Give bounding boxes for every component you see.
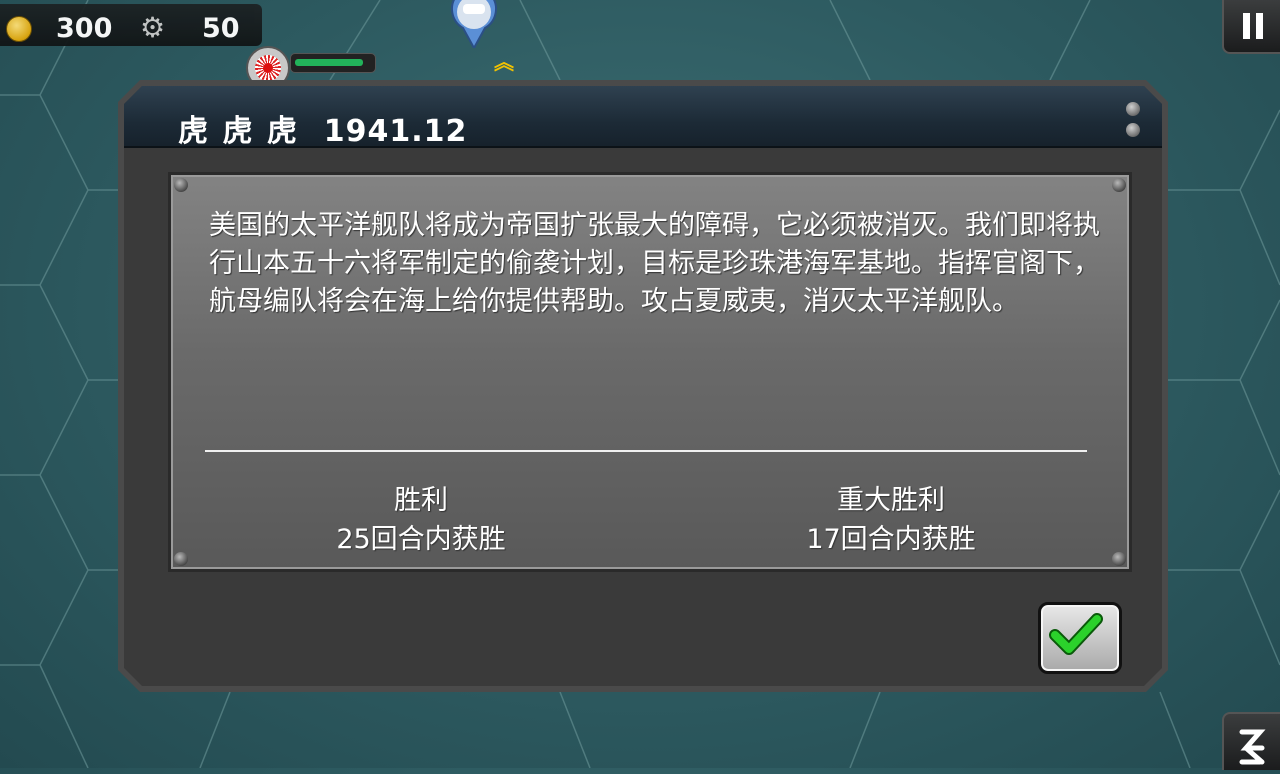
checkmark-icon: [1041, 605, 1113, 665]
dialog-body: 虎 虎 虎 1941.12 美国的太平洋舰队将成为帝国扩张最大的障碍，它必须被消…: [124, 86, 1162, 686]
header-dot: [1126, 123, 1140, 137]
gold-amount: 300: [56, 13, 113, 44]
dialog-title: 虎 虎 虎 1941.12: [178, 106, 467, 150]
pause-button[interactable]: [1222, 0, 1280, 54]
mission-briefing-dialog: 虎 虎 虎 1941.12 美国的太平洋舰队将成为帝国扩张最大的障碍，它必须被消…: [118, 80, 1168, 692]
unit-hp-bar: [290, 53, 376, 73]
unit-hp-fill: [295, 59, 363, 66]
rivet: [174, 552, 188, 566]
major-victory-condition: 重大胜利 17回合内获胜: [741, 481, 1041, 559]
menu-button[interactable]: [1222, 712, 1280, 770]
map-pin-icon[interactable]: [445, 0, 503, 48]
victory-label: 胜利: [394, 485, 448, 516]
confirm-button[interactable]: [1038, 602, 1122, 674]
mission-name: 虎 虎 虎: [178, 114, 299, 149]
rivet: [1112, 552, 1126, 566]
victory-condition: 胜利 25回合内获胜: [271, 481, 571, 559]
gear-icon: ⚙: [140, 11, 166, 44]
pause-icon: [1243, 13, 1250, 39]
header-dot: [1126, 102, 1140, 116]
major-victory-turns: 17回合内获胜: [806, 524, 976, 555]
rivet: [174, 178, 188, 192]
pause-icon: [1256, 13, 1263, 39]
divider: [205, 450, 1087, 452]
dialog-header: 虎 虎 虎 1941.12: [124, 86, 1162, 148]
briefing-panel: 美国的太平洋舰队将成为帝国扩张最大的障碍，它必须被消灭。我们即将执行山本五十六将…: [168, 172, 1132, 572]
rivet: [1112, 178, 1126, 192]
mission-description: 美国的太平洋舰队将成为帝国扩张最大的障碍，它必须被消灭。我们即将执行山本五十六将…: [209, 210, 1100, 317]
industry-amount: 50: [202, 13, 240, 44]
menu-icon: [1239, 729, 1266, 765]
rank-chevron-icon: ︽: [494, 50, 514, 74]
victory-turns: 25回合内获胜: [336, 524, 506, 555]
gold-coin-icon: [6, 16, 32, 42]
mission-date: 1941.12: [323, 114, 468, 149]
major-victory-label: 重大胜利: [837, 485, 945, 516]
resource-bar: 300 ⚙ 50: [0, 4, 262, 46]
